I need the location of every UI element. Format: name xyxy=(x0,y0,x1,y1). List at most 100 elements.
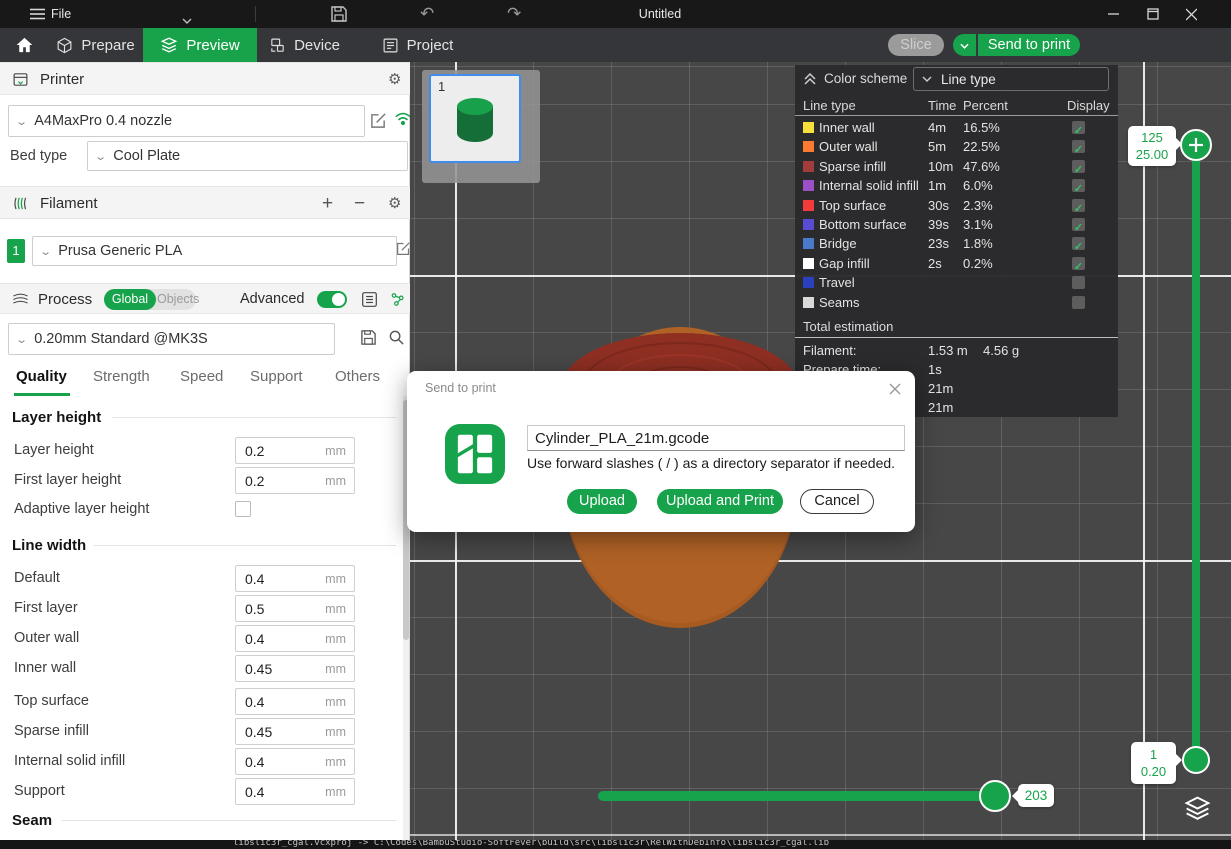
file-menu-chevron-icon[interactable] xyxy=(182,11,192,29)
redo-icon[interactable]: ↷ xyxy=(507,0,521,28)
close-button[interactable] xyxy=(1178,0,1204,28)
advanced-toggle[interactable] xyxy=(317,291,347,308)
tune-parameters-icon[interactable] xyxy=(390,291,406,313)
tab-others[interactable]: Others xyxy=(335,368,380,385)
layer-slider-bottom-handle[interactable] xyxy=(1182,746,1210,774)
color-swatch xyxy=(803,277,814,288)
project-icon xyxy=(382,37,399,54)
lw-first-layer-input[interactable]: 0.5mm xyxy=(235,595,355,622)
display-checkbox[interactable] xyxy=(1072,237,1085,250)
collapse-legend-icon[interactable] xyxy=(803,72,817,91)
send-to-print-button[interactable]: Send to print xyxy=(978,34,1080,56)
save-icon[interactable] xyxy=(330,5,348,28)
sidebar: Printer ⚙ ⌄ A4MaxPro 0.4 nozzle Bed type… xyxy=(0,62,410,841)
printer-icon xyxy=(12,71,29,88)
remove-filament-icon[interactable]: − xyxy=(354,187,365,220)
display-checkbox[interactable] xyxy=(1072,160,1085,173)
legend-row: Internal solid infill1m6.0% xyxy=(795,176,1118,195)
gcode-legend-panel: Color scheme Line type Line type Time Pe… xyxy=(795,65,1118,417)
hamburger-menu-icon[interactable] xyxy=(30,7,45,26)
col-percent: Percent xyxy=(963,98,1008,113)
tab-quality[interactable]: Quality xyxy=(16,368,67,385)
bed-type-select[interactable]: ⌄ Cool Plate xyxy=(87,141,408,171)
filename-input[interactable]: Cylinder_PLA_21m.gcode xyxy=(527,425,905,451)
dialog-title: Send to print xyxy=(425,381,496,395)
lw-top-surface-input[interactable]: 0.4mm xyxy=(235,688,355,715)
toolbar-divider xyxy=(255,6,256,22)
display-checkbox[interactable] xyxy=(1072,140,1085,153)
send-to-print-dialog: Send to print Cylinder_PLA_21m.gcode Use… xyxy=(407,371,915,532)
filament-preset-select[interactable]: ⌄ Prusa Generic PLA xyxy=(32,236,397,266)
scope-objects[interactable]: Objects xyxy=(157,289,196,310)
chevron-down-icon: ⌄ xyxy=(15,115,28,128)
upload-and-print-button[interactable]: Upload and Print xyxy=(657,489,783,514)
lw-support-input[interactable]: 0.4mm xyxy=(235,778,355,805)
scope-global[interactable]: Global xyxy=(104,289,156,310)
save-preset-icon[interactable] xyxy=(360,329,377,351)
stat-value: 1.53 m xyxy=(928,342,968,360)
tab-project[interactable]: Project xyxy=(370,28,465,62)
gcode-move-slider-handle[interactable] xyxy=(979,780,1011,812)
tab-preview[interactable]: Preview xyxy=(143,28,257,62)
process-section-header: Process Global Objects Advanced xyxy=(0,283,410,314)
slice-button[interactable]: Slice xyxy=(888,34,944,56)
layers-view-icon[interactable] xyxy=(1183,794,1212,828)
layer-height-input[interactable]: 0.2mm xyxy=(235,437,355,464)
layer-slider-top-tooltip: 125 25.00 xyxy=(1128,126,1176,166)
tab-speed[interactable]: Speed xyxy=(180,368,223,385)
legend-row: Inner wall4m16.5% xyxy=(795,118,1118,137)
dialog-close-icon[interactable] xyxy=(889,382,901,400)
printer-settings-gear-icon[interactable]: ⚙ xyxy=(388,63,401,96)
display-checkbox[interactable] xyxy=(1072,179,1085,192)
lw-sparse-infill-input[interactable]: 0.45mm xyxy=(235,718,355,745)
file-menu[interactable]: File xyxy=(51,0,71,28)
view-type-select[interactable]: Line type xyxy=(913,67,1109,91)
undo-icon[interactable]: ↶ xyxy=(420,0,434,28)
chevron-down-icon: ⌄ xyxy=(39,245,52,258)
add-filament-icon[interactable]: + xyxy=(322,187,333,220)
window-title: Untitled xyxy=(600,0,720,28)
display-checkbox[interactable] xyxy=(1072,296,1085,309)
process-section-title: Process xyxy=(38,284,92,315)
layer-slider-track[interactable] xyxy=(1192,145,1200,761)
minimize-button[interactable] xyxy=(1100,0,1126,28)
display-checkbox[interactable] xyxy=(1072,257,1085,270)
filament-settings-gear-icon[interactable]: ⚙ xyxy=(388,187,401,220)
lw-inner-wall-input[interactable]: 0.45mm xyxy=(235,655,355,682)
home-button[interactable] xyxy=(0,28,48,62)
display-checkbox[interactable] xyxy=(1072,276,1085,289)
filament-edit-icon[interactable] xyxy=(396,241,411,261)
printer-preset-select[interactable]: ⌄ A4MaxPro 0.4 nozzle xyxy=(8,105,365,137)
adaptive-layer-height-checkbox[interactable] xyxy=(235,501,251,517)
first-layer-height-input[interactable]: 0.2mm xyxy=(235,467,355,494)
parameter-list-icon[interactable] xyxy=(361,291,378,313)
lw-outer-wall-input[interactable]: 0.4mm xyxy=(235,625,355,652)
cancel-button[interactable]: Cancel xyxy=(800,489,874,514)
filament-slot-badge[interactable]: 1 xyxy=(7,239,25,263)
process-preset-select[interactable]: ⌄ 0.20mm Standard @MK3S xyxy=(8,323,335,355)
tab-support[interactable]: Support xyxy=(250,368,303,385)
search-icon[interactable] xyxy=(388,329,405,351)
maximize-button[interactable] xyxy=(1140,0,1166,28)
lw-default-input[interactable]: 0.4mm xyxy=(235,565,355,592)
upload-button[interactable]: Upload xyxy=(567,489,637,514)
chevron-down-icon xyxy=(922,76,932,82)
display-checkbox[interactable] xyxy=(1072,121,1085,134)
first-layer-height-label: First layer height xyxy=(14,467,121,494)
tab-device[interactable]: Device xyxy=(257,28,352,62)
tab-prepare[interactable]: Prepare xyxy=(48,28,143,62)
send-options-chevron[interactable] xyxy=(953,34,976,56)
plate-thumbnail[interactable]: 1 xyxy=(422,70,540,183)
console-output-text: libslic3r_cgal.vcxproj -> C:\Codes\Bambu… xyxy=(233,840,829,848)
plate-thumbnail-selected[interactable]: 1 xyxy=(429,74,521,163)
tab-strength[interactable]: Strength xyxy=(93,368,150,385)
stat-value2: 4.56 g xyxy=(983,342,1019,360)
scope-toggle[interactable]: Global Objects xyxy=(104,289,196,310)
display-checkbox[interactable] xyxy=(1072,218,1085,231)
lw-internal-solid-input[interactable]: 0.4mm xyxy=(235,748,355,775)
display-checkbox[interactable] xyxy=(1072,199,1085,212)
gcode-move-slider-track[interactable] xyxy=(598,791,1008,801)
prepare-cube-icon xyxy=(56,37,73,54)
layer-slider-top-handle[interactable] xyxy=(1180,129,1212,161)
printer-edit-icon[interactable] xyxy=(370,112,387,134)
